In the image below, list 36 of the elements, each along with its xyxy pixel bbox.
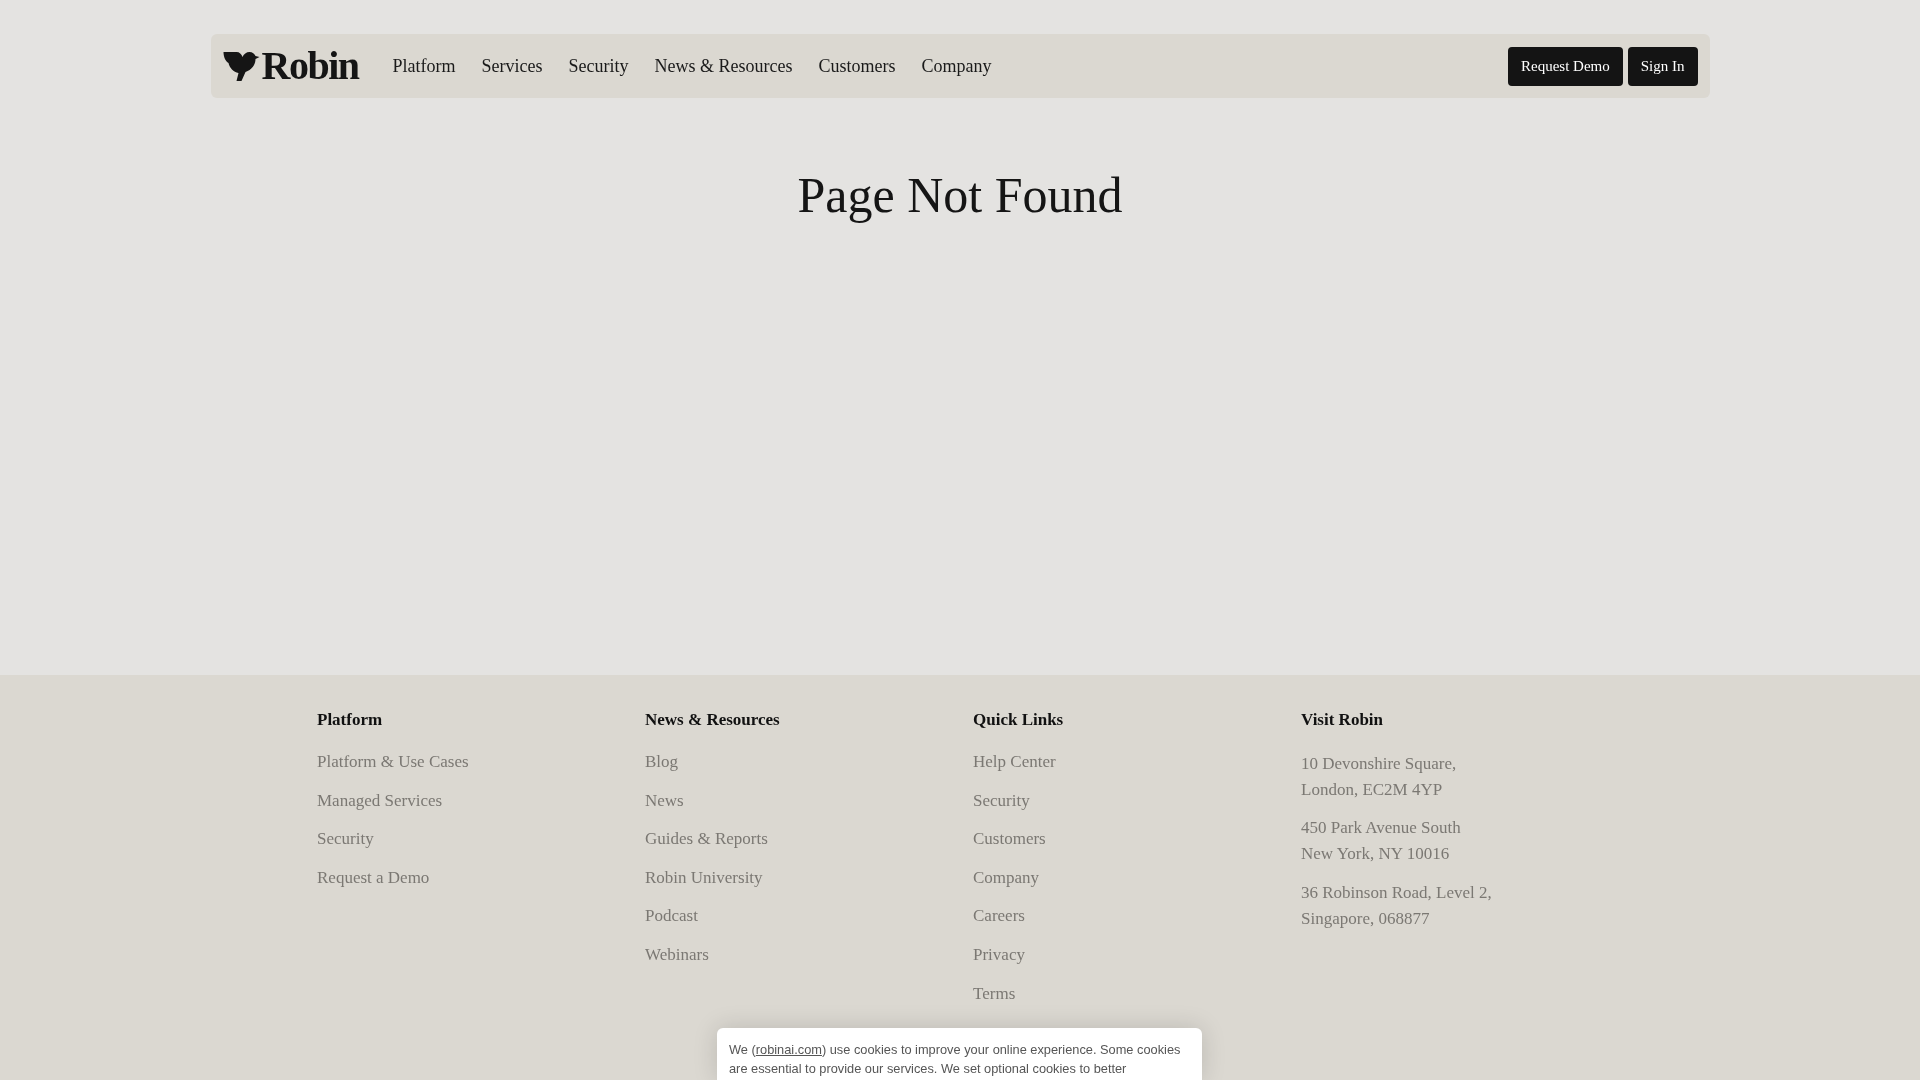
bird-icon: [222, 50, 260, 82]
footer-link[interactable]: Webinars: [645, 943, 709, 967]
nav-link[interactable]: Company: [921, 54, 992, 78]
footer-link[interactable]: Company: [973, 866, 1040, 890]
office-address: 36 Robinson Road, Level 2, Singapore, 068877: [1301, 881, 1492, 930]
office-address: 10 Devonshire Square, London, EC2M 4YP: [1301, 753, 1457, 801]
footer-link[interactable]: Platform & Use Cases: [317, 751, 469, 774]
footer-link[interactable]: Podcast: [645, 905, 698, 928]
office-address: 450 Park Avenue South New York, NY 10016: [1301, 817, 1461, 866]
footer-link[interactable]: Robin University: [645, 866, 763, 890]
nav-link[interactable]: Security: [568, 54, 629, 78]
cookie-notice-text: We (robinai.com) use cookies to improve your online experience. Some cookies are essential to provide our services. We set optional cookies to better: [729, 1041, 1182, 1078]
robin-logo-link[interactable]: Robin: [222, 46, 359, 86]
footer-link[interactable]: Careers: [973, 905, 1025, 928]
cookie-domain-link[interactable]: robinai.com: [755, 1042, 822, 1057]
footer-link[interactable]: Help Center: [973, 751, 1056, 774]
nav-link[interactable]: Customers: [818, 54, 896, 78]
footer-link[interactable]: Blog: [645, 751, 679, 774]
footer-link[interactable]: Security: [317, 828, 374, 851]
footer-link[interactable]: Privacy: [973, 943, 1025, 967]
footer-link[interactable]: Guides & Reports: [645, 828, 768, 851]
footer-heading: Quick Links: [973, 709, 1065, 731]
footer-link[interactable]: News: [645, 789, 684, 813]
footer-link[interactable]: Terms: [973, 982, 1016, 1006]
footer-heading: Visit Robin: [1301, 709, 1385, 731]
footer-link[interactable]: Security: [973, 789, 1030, 813]
footer-link[interactable]: Managed Services: [317, 789, 443, 813]
request-demo-button[interactable]: Request Demo: [1508, 46, 1623, 86]
footer-link[interactable]: Request a Demo: [317, 866, 430, 890]
footer-heading: News & Resources: [645, 709, 781, 731]
nav-link[interactable]: Services: [481, 54, 543, 78]
footer-link[interactable]: Customers: [973, 828, 1046, 851]
nav-link[interactable]: Platform: [392, 54, 456, 78]
footer-heading: Platform: [317, 709, 384, 731]
nav-link[interactable]: News & Resources: [654, 54, 793, 78]
sign-in-button[interactable]: Sign In: [1627, 46, 1698, 86]
